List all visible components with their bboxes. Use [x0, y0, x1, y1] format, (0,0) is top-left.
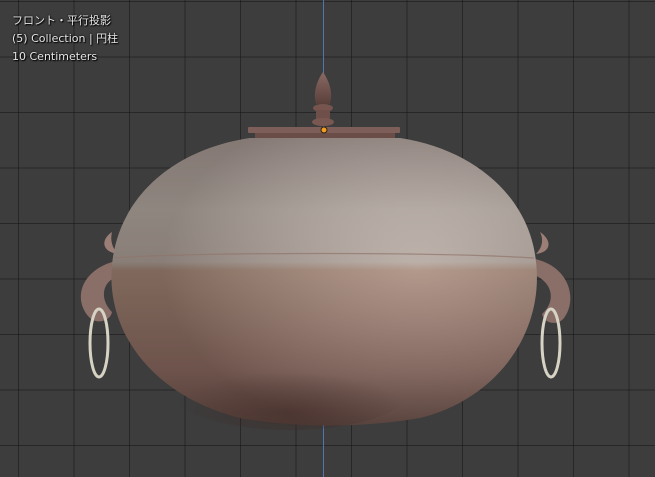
- scale-label: 10 Centimeters: [12, 50, 98, 63]
- 3d-viewport[interactable]: フロント・平行投影 (5) Collection | 円柱 10 Centime…: [0, 0, 655, 477]
- pot-body: [111, 138, 537, 430]
- lid-knob: [312, 72, 334, 126]
- collection-label: (5) Collection | 円柱: [12, 32, 119, 45]
- view-name-label: フロント・平行投影: [12, 14, 111, 27]
- object-origin-dot: [320, 126, 328, 134]
- teapot-model[interactable]: [0, 0, 655, 477]
- right-handle: [530, 232, 571, 379]
- viewport-info-overlay: フロント・平行投影 (5) Collection | 円柱 10 Centime…: [12, 12, 118, 66]
